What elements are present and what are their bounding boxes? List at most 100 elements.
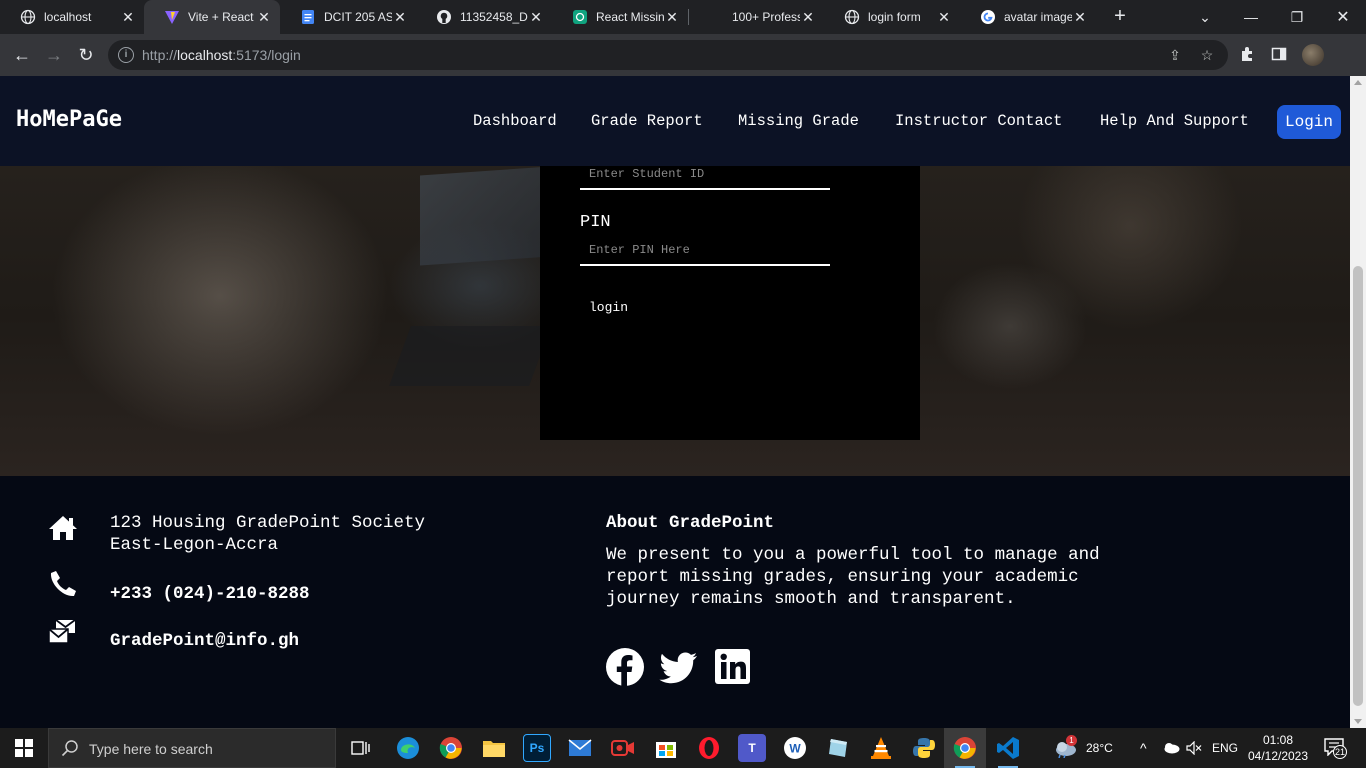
tab-title: 11352458_DC: [460, 10, 528, 24]
extensions-icon[interactable]: [1238, 46, 1256, 64]
word-app-icon[interactable]: W: [781, 734, 809, 762]
svg-text:W: W: [789, 742, 801, 756]
teams-icon[interactable]: T: [738, 734, 766, 762]
tab-close-icon[interactable]: ✕: [256, 9, 272, 26]
tab-profess[interactable]: 100+ Profess ✕: [688, 0, 824, 34]
speaker-muted-icon[interactable]: [1186, 728, 1202, 768]
minimize-icon[interactable]: —: [1228, 0, 1274, 34]
page-scrollbar[interactable]: [1350, 76, 1366, 728]
scroll-down-icon[interactable]: [1354, 719, 1362, 724]
nav-missing-grade[interactable]: Missing Grade: [738, 112, 859, 130]
nav-instructor-contact[interactable]: Instructor Contact: [895, 112, 1062, 130]
tab-search-icon[interactable]: ⌄: [1182, 0, 1228, 34]
file-explorer-icon[interactable]: [480, 734, 508, 762]
new-tab-button[interactable]: +: [1108, 5, 1132, 29]
site-info-icon[interactable]: i: [118, 47, 134, 63]
tab-docs[interactable]: DCIT 205 ASS ✕: [280, 0, 416, 34]
clock[interactable]: 01:08 04/12/2023: [1247, 732, 1309, 764]
notes-app-icon[interactable]: [824, 734, 852, 762]
clock-date: 04/12/2023: [1247, 749, 1309, 763]
keyboard-photo-detail: [389, 326, 551, 386]
restore-icon[interactable]: ❐: [1274, 0, 1320, 34]
tab-close-icon[interactable]: ✕: [1072, 9, 1088, 26]
tab-close-icon[interactable]: ✕: [800, 9, 816, 26]
nav-grade-report[interactable]: Grade Report: [591, 112, 703, 130]
url-path: :5173/login: [232, 47, 301, 63]
tray-overflow-icon[interactable]: ^: [1140, 728, 1147, 768]
tab-close-icon[interactable]: ✕: [664, 9, 680, 26]
reload-icon[interactable]: ↻: [73, 42, 99, 68]
header-login-button[interactable]: Login: [1277, 105, 1341, 139]
phone-number[interactable]: +233 (024)-210-8288: [110, 583, 310, 605]
vscode-icon[interactable]: [994, 734, 1022, 768]
nav-dashboard[interactable]: Dashboard: [473, 112, 557, 130]
task-view-icon[interactable]: [346, 734, 374, 762]
edge-icon[interactable]: [394, 734, 422, 762]
notification-center-icon[interactable]: 21: [1324, 728, 1347, 768]
login-submit-button[interactable]: login: [580, 298, 637, 317]
about-text: We present to you a powerful tool to man…: [606, 545, 1100, 609]
address-bar[interactable]: i http://localhost:5173/login ⇪ ☆: [108, 40, 1228, 70]
profile-avatar[interactable]: [1302, 44, 1324, 66]
tab-close-icon[interactable]: ✕: [528, 9, 544, 26]
email-address[interactable]: GradePoint@info.gh: [110, 630, 299, 652]
chrome-running-icon[interactable]: [951, 734, 979, 768]
taskbar-search-input[interactable]: Type here to search: [48, 728, 336, 768]
scroll-up-icon[interactable]: [1354, 80, 1362, 85]
tab-vite-react[interactable]: Vite + React ✕: [144, 0, 280, 34]
weather-widget[interactable]: 1 28°C: [1052, 728, 1113, 768]
python-icon[interactable]: [910, 734, 938, 762]
pin-label: PIN: [580, 213, 611, 232]
tab-github[interactable]: 11352458_DC ✕: [416, 0, 552, 34]
url-host: localhost: [177, 47, 233, 63]
github-icon: [436, 9, 452, 25]
facebook-icon[interactable]: [606, 648, 644, 686]
about-title: About GradePoint: [606, 513, 775, 533]
back-icon[interactable]: ←: [9, 42, 35, 68]
vlc-icon[interactable]: [867, 734, 895, 762]
bookmark-star-icon[interactable]: ☆: [1198, 46, 1216, 64]
pin-input[interactable]: [580, 236, 830, 266]
brand-logo[interactable]: HoMePaGe: [16, 107, 122, 132]
globe-icon: [844, 9, 860, 25]
tab-title: localhost: [44, 10, 92, 24]
tab-avatar-image[interactable]: avatar image ✕: [960, 0, 1096, 34]
photoshop-icon[interactable]: Ps: [523, 734, 551, 762]
tab-close-icon[interactable]: ✕: [392, 9, 408, 26]
site-footer: 123 Housing GradePoint Society East-Lego…: [0, 476, 1350, 728]
forward-icon[interactable]: →: [41, 42, 67, 68]
tab-title: 100+ Profess: [732, 10, 800, 24]
chatgpt-icon: [572, 9, 588, 25]
side-panel-icon[interactable]: [1270, 46, 1288, 64]
tab-login-form[interactable]: login form ✕: [824, 0, 960, 34]
tab-chatgpt[interactable]: React Missin ✕: [552, 0, 688, 34]
scrollbar-thumb[interactable]: [1353, 266, 1363, 706]
tab-title: avatar image: [1004, 10, 1072, 24]
onedrive-icon[interactable]: [1162, 728, 1180, 768]
page-viewport: PIN login HoMePaGe Dashboard Grade Repor…: [0, 76, 1350, 728]
mail-icon[interactable]: [566, 734, 594, 762]
close-window-icon[interactable]: ✕: [1320, 0, 1366, 34]
linkedin-icon[interactable]: [714, 648, 752, 686]
laptop-photo-detail: [420, 166, 550, 266]
twitter-icon[interactable]: [659, 648, 697, 686]
opera-icon[interactable]: [695, 734, 723, 762]
blank-page-icon: [708, 9, 724, 25]
tab-localhost[interactable]: localhost ✕: [0, 0, 144, 34]
notification-count-badge: 21: [1333, 745, 1347, 759]
language-indicator[interactable]: ENG: [1212, 728, 1238, 768]
nav-help-and-support[interactable]: Help And Support: [1100, 112, 1249, 130]
screen-recorder-icon[interactable]: [609, 734, 637, 762]
share-icon[interactable]: ⇪: [1166, 46, 1184, 64]
chrome-icon[interactable]: [437, 734, 465, 762]
site-header: HoMePaGe Dashboard Grade Report Missing …: [0, 76, 1350, 166]
tab-close-icon[interactable]: ✕: [120, 9, 136, 26]
microsoft-store-icon[interactable]: [652, 734, 680, 762]
windows-taskbar: Type here to search Ps T W 1 28°C ^ ENG …: [0, 728, 1366, 768]
url-text[interactable]: http://localhost:5173/login: [142, 47, 301, 63]
address-line-1: 123 Housing GradePoint Society: [110, 513, 426, 533]
windows-start-icon[interactable]: [0, 728, 48, 768]
tab-close-icon[interactable]: ✕: [936, 9, 952, 26]
weather-cloud-icon: 1: [1052, 735, 1078, 759]
vite-logo-icon: [164, 9, 180, 25]
